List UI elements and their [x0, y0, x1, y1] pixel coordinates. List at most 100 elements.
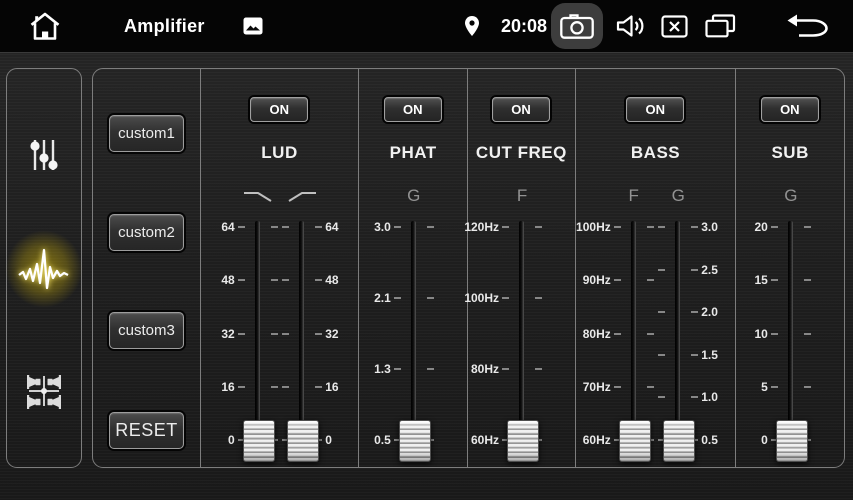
tick-mark — [691, 226, 698, 228]
tick-mark — [691, 354, 698, 356]
tick-mark — [691, 311, 698, 313]
tick-mark — [315, 226, 322, 228]
channel-title: CUT FREQ — [468, 143, 575, 163]
tick-label: 100Hz — [464, 291, 499, 305]
recents-icon — [705, 14, 736, 38]
curve-down-icon — [233, 185, 283, 207]
slider-knob[interactable] — [287, 420, 319, 462]
camera-button[interactable] — [560, 13, 594, 39]
tick-mark — [614, 386, 621, 388]
on-button-bass[interactable]: ON — [626, 97, 684, 122]
tick-mark — [804, 226, 811, 228]
tick-label: 2.1 — [374, 291, 391, 305]
channel-title: PHAT — [359, 143, 467, 163]
fader-cut-freq-0: 120Hz100Hz80Hz60Hz — [477, 219, 567, 467]
tick-mark — [394, 226, 401, 228]
tick-mark — [804, 279, 811, 281]
curve-up-icon — [277, 185, 327, 207]
tick-label: 48 — [221, 273, 234, 287]
tick-label: 90Hz — [583, 273, 611, 287]
tick-mark — [771, 279, 778, 281]
band-letter: G — [653, 185, 703, 207]
amplifier-panel: custom1custom2custom3RESET ONLUD64483216… — [92, 68, 845, 468]
on-button-cut-freq[interactable]: ON — [492, 97, 550, 122]
tick-mark — [535, 297, 542, 299]
tick-label: 3.0 — [701, 220, 718, 234]
close-icon — [661, 15, 688, 38]
tick-mark — [315, 279, 322, 281]
recent-apps-button[interactable] — [705, 14, 736, 38]
tick-mark — [502, 226, 509, 228]
tick-label: 10 — [754, 327, 767, 341]
waveform-icon — [17, 245, 71, 293]
clock: 20:08 — [501, 0, 547, 52]
slider-knob[interactable] — [776, 420, 808, 462]
tick-mark — [691, 396, 698, 398]
tick-mark — [658, 269, 665, 271]
band-letter: G — [766, 185, 816, 207]
tick-label: 64 — [325, 220, 338, 234]
on-button-phat[interactable]: ON — [384, 97, 442, 122]
sidebar-item-sound-effects[interactable] — [7, 241, 81, 297]
tick-mark — [282, 386, 289, 388]
presets-column: custom1 custom2 custom3 RESET — [93, 69, 200, 467]
volume-icon — [615, 13, 645, 39]
on-button-lud[interactable]: ON — [250, 97, 308, 122]
tick-label: 100Hz — [576, 220, 611, 234]
volume-button[interactable] — [615, 13, 645, 39]
tick-mark — [238, 333, 245, 335]
tick-mark — [394, 368, 401, 370]
preset-button-custom1[interactable]: custom1 — [109, 115, 184, 152]
tick-label: 0 — [761, 433, 768, 447]
home-button[interactable] — [28, 11, 62, 41]
camera-icon — [560, 13, 594, 39]
close-app-button[interactable] — [661, 15, 688, 38]
back-button[interactable] — [786, 13, 830, 39]
sidebar-item-equalizer[interactable] — [7, 127, 81, 183]
band-letter: F — [497, 185, 547, 207]
tick-mark — [282, 333, 289, 335]
tick-label: 0 — [325, 433, 332, 447]
channel-title: BASS — [576, 143, 736, 163]
channel-column-cut-freq: ON CUT FREQ F 120Hz100Hz80Hz60Hz — [467, 69, 575, 467]
tick-label: 1.3 — [374, 362, 391, 376]
tick-label: 60Hz — [583, 433, 611, 447]
tick-label: 15 — [754, 273, 767, 287]
fader-sub-0: 20151050 — [746, 219, 836, 467]
slider-knob[interactable] — [507, 420, 539, 462]
tick-mark — [282, 279, 289, 281]
tick-label: 80Hz — [583, 327, 611, 341]
tick-mark — [427, 226, 434, 228]
tick-mark — [427, 297, 434, 299]
band-letter: G — [389, 185, 439, 207]
slider-knob[interactable] — [663, 420, 695, 462]
tick-mark — [535, 368, 542, 370]
fader-lud-1: 644832160 — [257, 219, 347, 467]
preset-button-custom3[interactable]: custom3 — [109, 312, 184, 349]
tick-label: 0.5 — [701, 433, 718, 447]
tick-label: 20 — [754, 220, 767, 234]
channel-column-lud: ONLUD644832160644832160 — [200, 69, 359, 467]
preset-button-custom2[interactable]: custom2 — [109, 214, 184, 251]
top-status-bar: Amplifier 20:08 — [0, 0, 853, 53]
tick-label: 60Hz — [471, 433, 499, 447]
back-icon — [786, 13, 830, 39]
tick-mark — [691, 269, 698, 271]
tick-label: 120Hz — [464, 220, 499, 234]
equalizer-sliders-icon — [27, 137, 61, 173]
sidebar-item-balance-fader[interactable] — [7, 363, 81, 419]
tick-mark — [614, 279, 621, 281]
speaker-balance-icon — [24, 371, 64, 411]
wallpaper-button[interactable] — [243, 17, 263, 35]
tick-mark — [658, 226, 665, 228]
tick-label: 16 — [221, 380, 234, 394]
slider-knob[interactable] — [399, 420, 431, 462]
tick-mark — [282, 226, 289, 228]
fader-phat-0: 3.02.11.30.5 — [369, 219, 459, 467]
tick-label: 1.0 — [701, 390, 718, 404]
band-letter: F — [609, 185, 659, 207]
on-button-sub[interactable]: ON — [761, 97, 819, 122]
reset-button[interactable]: RESET — [109, 412, 184, 449]
channel-column-sub: ONSUBG20151050 — [735, 69, 844, 467]
tick-mark — [771, 333, 778, 335]
